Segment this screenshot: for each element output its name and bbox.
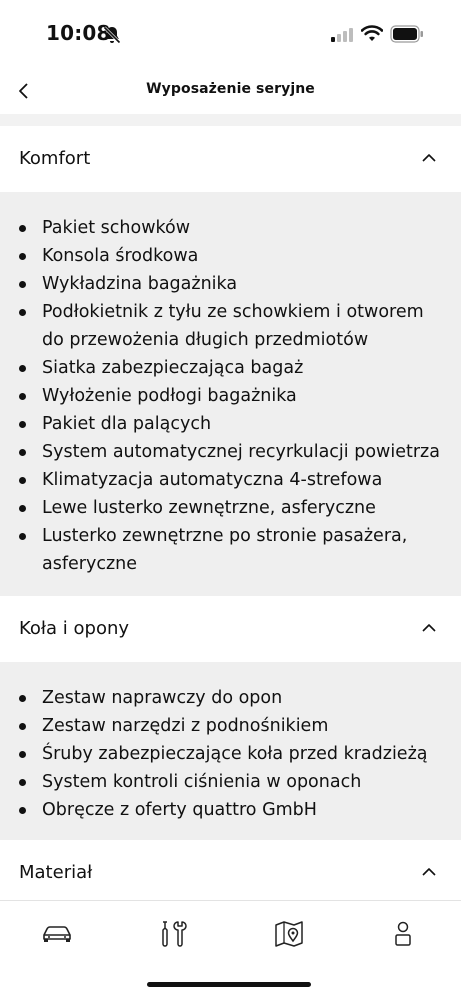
bell-off-icon	[103, 26, 121, 44]
list-item: Pakiet schowków	[0, 214, 461, 242]
status-bar: 10:08	[0, 0, 461, 68]
list-item: Lusterko zewnętrzne po stronie pasażera,…	[0, 522, 461, 578]
wifi-icon	[361, 25, 383, 41]
status-time: 10:08	[46, 21, 111, 45]
chevron-up-icon	[422, 154, 436, 162]
list-item: Wykładzina bagażnika	[0, 270, 461, 298]
list-item: Klimatyzacja automatyczna 4-strefowa	[0, 466, 461, 494]
chevron-up-icon	[422, 868, 436, 876]
list-item: Śruby zabezpieczające koła przed kradzie…	[0, 740, 461, 768]
car-icon[interactable]	[40, 917, 74, 951]
feature-list: Zestaw naprawczy do opon Zestaw narzędzi…	[0, 662, 461, 824]
divider	[0, 114, 461, 126]
cellular-signal-icon	[331, 28, 353, 42]
list-item: Lewe lusterko zewnętrzne, asferyczne	[0, 494, 461, 522]
list-item: Konsola środkowa	[0, 242, 461, 270]
list-item: Podłokietnik z tyłu ze schowkiem i otwor…	[0, 298, 461, 354]
chevron-up-icon	[422, 624, 436, 632]
list-item: Zestaw naprawczy do opon	[0, 684, 461, 712]
section-header-material[interactable]: Materiał	[0, 840, 461, 906]
home-indicator	[147, 982, 311, 987]
battery-icon	[390, 25, 423, 43]
list-item: Siatka zabezpieczająca bagaż	[0, 354, 461, 382]
section-body-komfort: Pakiet schowków Konsola środkowa Wykładz…	[0, 192, 461, 596]
section-header-kola-i-opony[interactable]: Koła i opony	[0, 596, 461, 662]
navigation-bar: Wyposażenie seryjne	[0, 68, 461, 114]
section-title: Koła i opony	[19, 618, 130, 639]
list-item: Obręcze z oferty quattro GmbH	[0, 796, 461, 824]
list-item: System kontroli ciśnienia w oponach	[0, 768, 461, 796]
feature-list: Pakiet schowków Konsola środkowa Wykładz…	[0, 192, 461, 578]
list-item: Zestaw narzędzi z podnośnikiem	[0, 712, 461, 740]
tools-icon[interactable]	[156, 917, 190, 951]
section-title: Materiał	[19, 862, 93, 883]
list-item: Wyłożenie podłogi bagażnika	[0, 382, 461, 410]
profile-icon[interactable]	[386, 917, 420, 951]
map-icon[interactable]	[272, 917, 306, 951]
list-item: System automatycznej recyrkulacji powiet…	[0, 438, 461, 466]
page-title: Wyposażenie seryjne	[146, 81, 315, 97]
section-title: Komfort	[19, 148, 91, 169]
list-item: Pakiet dla palących	[0, 410, 461, 438]
section-body-kola-i-opony: Zestaw naprawczy do opon Zestaw narzędzi…	[0, 662, 461, 840]
section-header-komfort[interactable]: Komfort	[0, 126, 461, 192]
